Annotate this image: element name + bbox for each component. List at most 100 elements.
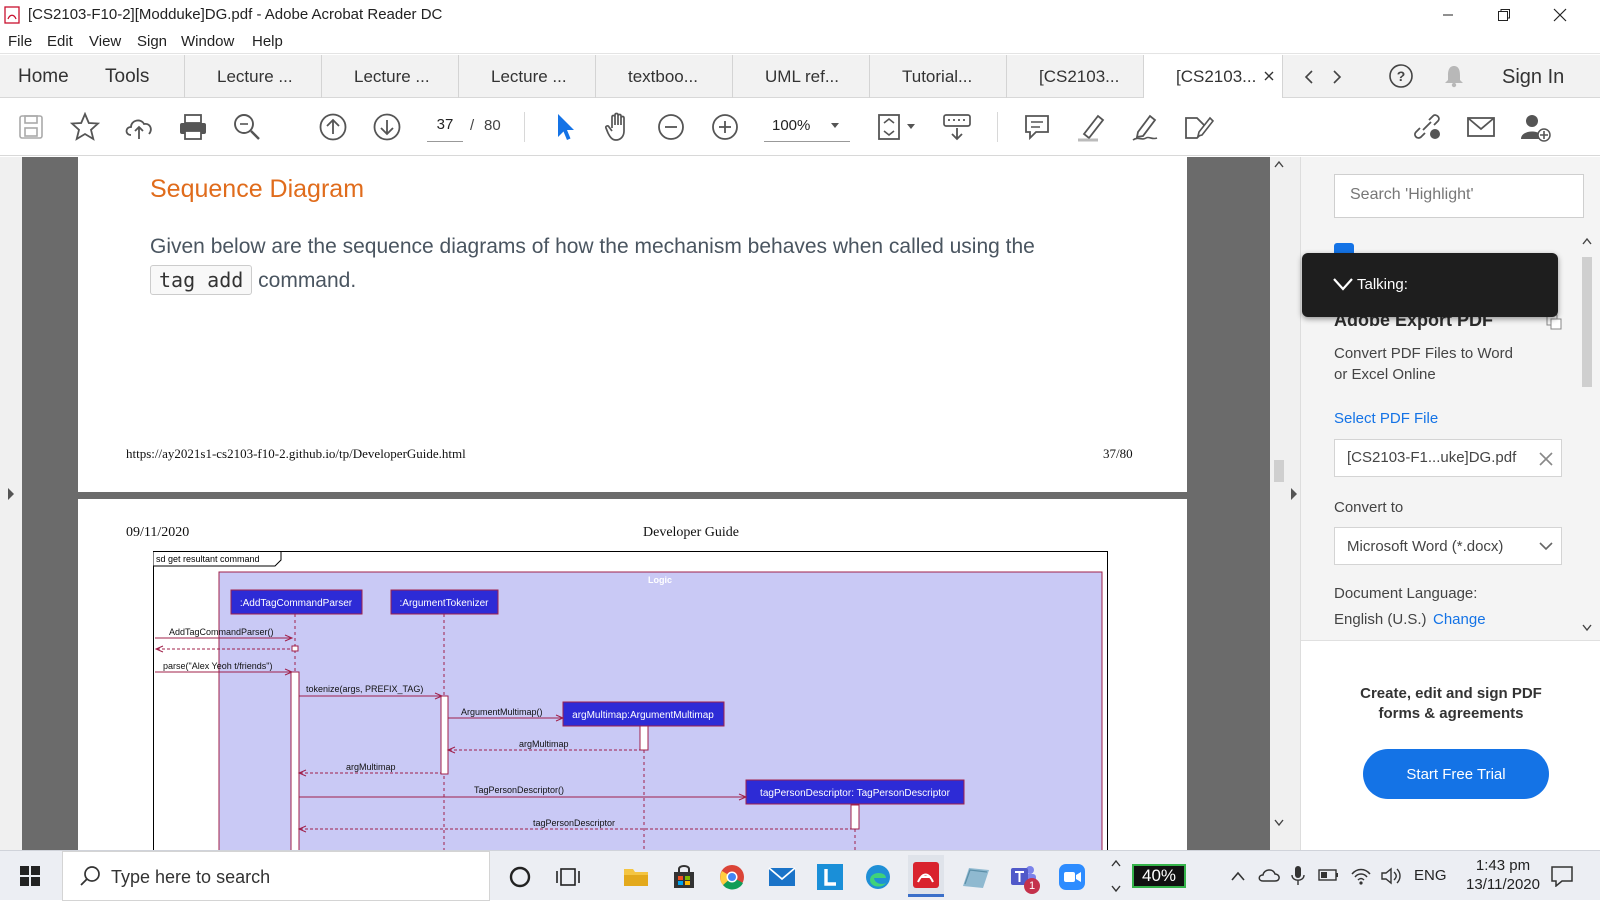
highlight-button[interactable]: [1074, 110, 1108, 144]
chevron-down-icon[interactable]: [1332, 276, 1354, 292]
notes-taskbar[interactable]: [960, 861, 992, 893]
scroll-down-icon[interactable]: [1582, 624, 1592, 632]
message-label: ArgumentMultimap(): [461, 707, 543, 717]
print-button[interactable]: [176, 110, 210, 144]
menu-window[interactable]: Window: [181, 33, 234, 50]
document-tab[interactable]: Tutorial...: [869, 55, 1005, 98]
scroll-down-icon[interactable]: [1274, 819, 1284, 827]
tools-tab[interactable]: Tools: [105, 66, 149, 88]
find-button[interactable]: [230, 110, 264, 144]
zoom-in-button[interactable]: [708, 110, 742, 144]
title-bar: [CS2103-F10-2][Modduke]DG.pdf - Adobe Ac…: [0, 0, 1600, 30]
menu-help[interactable]: Help: [252, 33, 283, 50]
help-icon[interactable]: ?: [1388, 63, 1414, 89]
change-language-link[interactable]: Change: [1433, 611, 1486, 628]
taskbar-search-box[interactable]: Type here to search: [62, 851, 490, 901]
clock[interactable]: 1:43 pm 13/11/2020: [1453, 855, 1553, 899]
home-tab[interactable]: Home: [18, 66, 69, 88]
document-tab-active[interactable]: [CS2103...: [1143, 55, 1283, 98]
scroll-up-icon[interactable]: [1582, 237, 1592, 245]
start-free-trial-button[interactable]: Start Free Trial: [1363, 749, 1549, 799]
edge-taskbar[interactable]: [862, 861, 894, 893]
zoom-select[interactable]: 100%: [764, 112, 850, 142]
battery-widget[interactable]: 40%: [1132, 864, 1186, 888]
mail-taskbar[interactable]: [766, 861, 798, 893]
activation-bar: [290, 671, 300, 850]
talking-overlay[interactable]: Talking:: [1302, 253, 1558, 317]
pane-scrollbar[interactable]: [1581, 237, 1593, 637]
convert-format-select[interactable]: Microsoft Word (*.docx): [1334, 527, 1562, 565]
minimize-button[interactable]: [1420, 0, 1476, 30]
menu-sign[interactable]: Sign: [137, 33, 167, 50]
zoom-taskbar[interactable]: [1056, 861, 1088, 893]
sign-button[interactable]: [1128, 110, 1162, 144]
notifications-bell-icon[interactable]: [1442, 63, 1466, 89]
bookmark-button[interactable]: [68, 110, 102, 144]
onedrive-cloud-icon[interactable]: [1257, 866, 1281, 884]
battery-icon[interactable]: [1318, 868, 1340, 882]
action-center-icon[interactable]: [1550, 865, 1574, 887]
tab-close-icon[interactable]: [1264, 71, 1274, 81]
document-tab[interactable]: Lecture ...: [458, 55, 594, 98]
fill-sign-button[interactable]: [1182, 110, 1216, 144]
maximize-button[interactable]: [1476, 0, 1532, 30]
email-button[interactable]: [1464, 110, 1498, 144]
zoom-out-button[interactable]: [654, 110, 688, 144]
sign-in-button[interactable]: Sign In: [1502, 66, 1564, 89]
acrobat-taskbar[interactable]: [908, 855, 944, 897]
start-button[interactable]: [14, 860, 46, 892]
share-link-button[interactable]: [1410, 110, 1444, 144]
menu-edit[interactable]: Edit: [47, 33, 73, 50]
tab-scroll-left-icon[interactable]: [1303, 69, 1315, 85]
app-l-taskbar[interactable]: [814, 861, 846, 893]
file-explorer-taskbar[interactable]: [620, 861, 652, 893]
activation-bar: [850, 804, 860, 830]
collapse-right-pane-icon[interactable]: [1289, 487, 1299, 501]
comment-button[interactable]: [1020, 110, 1054, 144]
add-user-button[interactable]: [1518, 110, 1552, 144]
pdf-page: Sequence Diagram Given below are the seq…: [78, 157, 1187, 492]
volume-icon[interactable]: [1380, 866, 1404, 886]
document-tab[interactable]: [CS2103...: [1006, 55, 1142, 98]
save-button[interactable]: [14, 110, 48, 144]
next-page-button[interactable]: [370, 110, 404, 144]
store-taskbar[interactable]: [668, 861, 700, 893]
scrollbar-thumb[interactable]: [1274, 460, 1284, 482]
microphone-icon[interactable]: [1291, 865, 1305, 887]
previous-page-button[interactable]: [316, 110, 350, 144]
chrome-taskbar[interactable]: [716, 861, 748, 893]
selected-file-field[interactable]: [CS2103-F1...uke]DG.pdf: [1334, 439, 1562, 477]
expand-left-pane-icon[interactable]: [6, 487, 16, 501]
input-language[interactable]: ENG: [1414, 867, 1447, 884]
document-tab[interactable]: Lecture ...: [321, 55, 457, 98]
close-button[interactable]: [1532, 0, 1588, 30]
menu-file[interactable]: File: [8, 33, 32, 50]
menu-view[interactable]: View: [89, 33, 121, 50]
scroll-up-icon[interactable]: [1274, 160, 1284, 168]
select-tool-button[interactable]: [548, 110, 582, 144]
hand-tool-button[interactable]: [601, 110, 635, 144]
page-number-input[interactable]: 37: [427, 112, 463, 142]
right-pane-toggle[interactable]: [1288, 157, 1300, 850]
show-hidden-icons-icon[interactable]: [1230, 870, 1246, 882]
page-display-button[interactable]: [874, 110, 920, 144]
scrollbar-thumb[interactable]: [1582, 257, 1592, 387]
document-tab[interactable]: UML ref...: [732, 55, 868, 98]
tab-scroll-right-icon[interactable]: [1331, 69, 1343, 85]
document-scrollbar[interactable]: [1270, 157, 1288, 850]
task-view-button[interactable]: [552, 861, 584, 893]
convert-format-value: Microsoft Word (*.docx): [1347, 538, 1504, 555]
clear-file-icon[interactable]: [1539, 452, 1553, 466]
taskbar-scroll-icon[interactable]: [1110, 857, 1122, 895]
wifi-icon[interactable]: [1350, 866, 1372, 886]
upload-button[interactable]: [122, 110, 156, 144]
document-tab[interactable]: Lecture ...: [184, 55, 320, 98]
left-pane-collapsed[interactable]: [0, 157, 22, 850]
teams-taskbar[interactable]: 1: [1008, 861, 1040, 894]
tools-search-input[interactable]: Search 'Highlight': [1334, 174, 1584, 218]
cortana-button[interactable]: [504, 861, 536, 893]
document-viewport[interactable]: Sequence Diagram Given below are the seq…: [0, 157, 1300, 850]
read-mode-button[interactable]: [940, 110, 974, 144]
document-tab[interactable]: textboo...: [595, 55, 731, 98]
select-pdf-link[interactable]: Select PDF File: [1334, 410, 1438, 427]
